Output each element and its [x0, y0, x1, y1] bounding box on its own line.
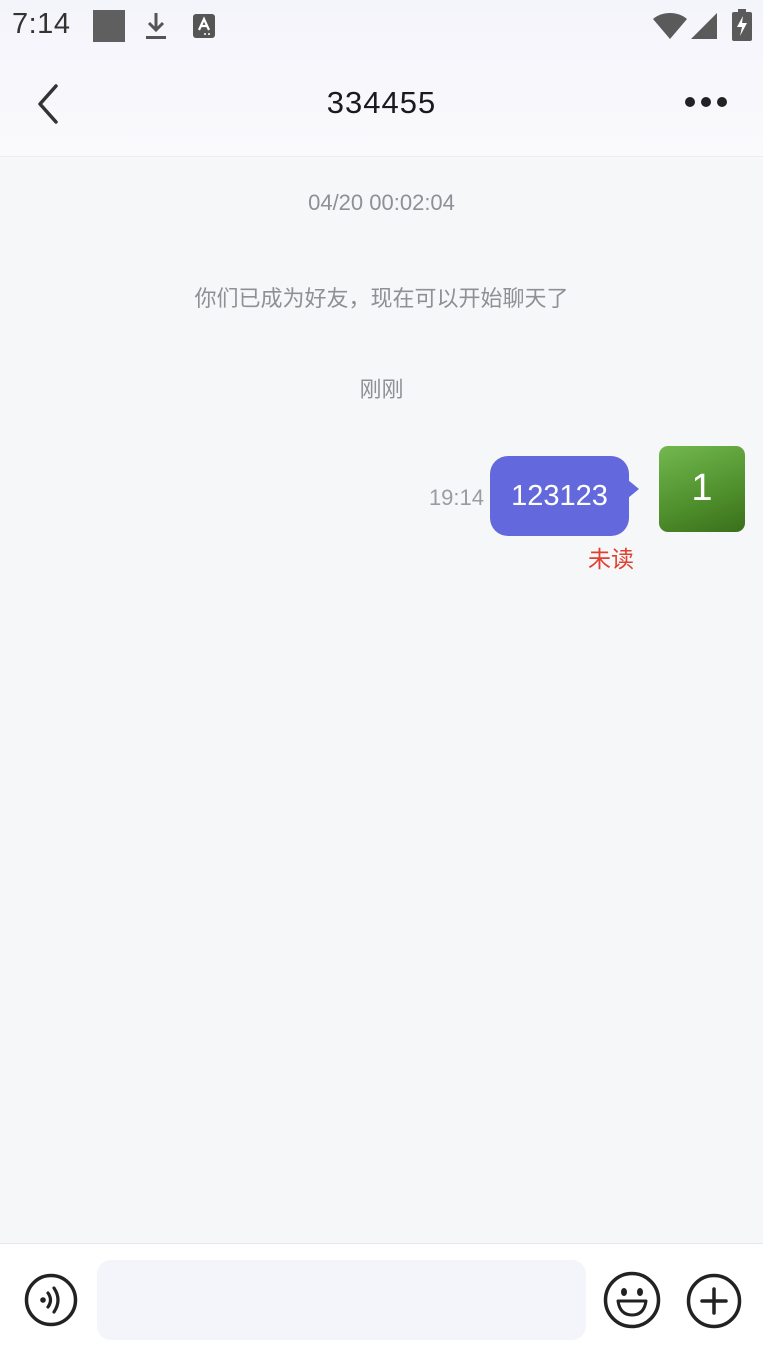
chat-title: 334455	[326, 85, 437, 120]
wifi-icon	[653, 13, 687, 39]
avatar[interactable]: 1	[659, 446, 745, 532]
message-bubble[interactable]: 123123	[490, 456, 629, 536]
cellular-signal-icon	[691, 13, 717, 39]
header: 7:14 334455	[0, 0, 763, 157]
nav-bar: 334455	[0, 52, 763, 157]
chat-screen: 7:14 334455 04/20 00:02:04 你们已成为好友，现在可以开…	[0, 0, 763, 1356]
more-horizontal-icon[interactable]	[682, 90, 730, 114]
notification-square-icon	[93, 10, 125, 42]
status-bar: 7:14	[0, 0, 763, 52]
message-list[interactable]: 04/20 00:02:04 你们已成为好友，现在可以开始聊天了 刚刚 19:1…	[0, 158, 763, 1242]
emoji-icon[interactable]	[603, 1271, 661, 1329]
date-stamp: 04/20 00:02:04	[308, 190, 455, 215]
unread-status: 未读	[588, 546, 634, 572]
plus-icon[interactable]	[686, 1273, 742, 1329]
bubble-tail	[628, 480, 639, 498]
text-recognition-icon	[193, 14, 215, 38]
status-time: 7:14	[12, 8, 71, 40]
download-icon	[146, 13, 166, 39]
voice-icon[interactable]	[24, 1273, 78, 1327]
message-time: 19:14	[428, 485, 484, 510]
input-bar	[0, 1243, 763, 1356]
battery-charging-icon	[732, 9, 752, 41]
relative-time: 刚刚	[359, 377, 404, 402]
system-notice: 你们已成为好友，现在可以开始聊天了	[194, 286, 569, 311]
message-input[interactable]	[97, 1260, 586, 1340]
